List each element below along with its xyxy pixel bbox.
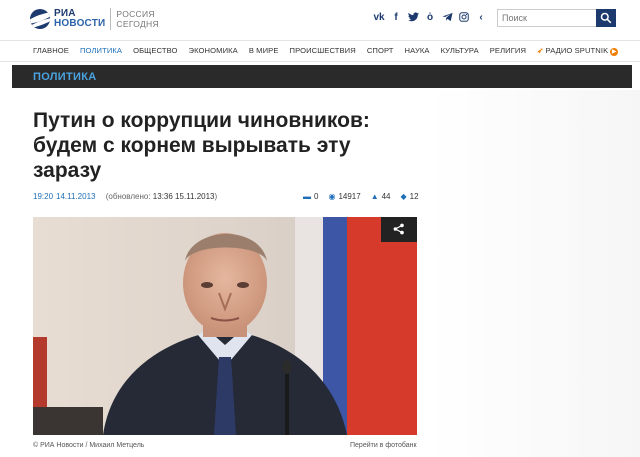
globe-icon: [30, 9, 50, 29]
speech-bubble-icon: ◆: [400, 192, 407, 201]
nav-item-kultura[interactable]: Культура: [441, 46, 479, 56]
logo-sub1: РОССИЯ: [116, 9, 155, 19]
shares-stat[interactable]: ◆ 12: [401, 192, 419, 201]
right-column: [430, 90, 640, 457]
site-header: РИА НОВОСТИ РОССИЯ СЕГОДНЯ vk f ȯ ‹: [0, 0, 640, 40]
portrait-image: [33, 217, 417, 435]
nav-item-religiya[interactable]: Религия: [490, 46, 526, 56]
logo-divider: [110, 8, 112, 30]
publish-time[interactable]: 19:20: [33, 192, 53, 201]
photo-caption: © РИА Новости / Михаил Метцель: [33, 442, 145, 449]
sputnik-label: Радио Sputnik: [545, 46, 609, 55]
article-meta: 19:20 14.11.2013 (обновлено: 13:36 15.11.…: [33, 192, 217, 201]
views-stat: ◉ 14917: [328, 192, 360, 201]
facebook-icon[interactable]: f: [390, 12, 402, 24]
likes-count: 44: [381, 192, 391, 201]
collapse-icon[interactable]: ‹: [475, 12, 487, 24]
nav-item-sport[interactable]: Спорт: [367, 46, 394, 56]
article-stats: ▬ 0 ◉ 14917 ▲ 44 ◆ 12: [303, 192, 419, 201]
comments-stat[interactable]: ▬ 0: [303, 192, 318, 201]
publish-date[interactable]: 14.11.2013: [56, 192, 95, 201]
ria-logo[interactable]: РИА НОВОСТИ РОССИЯ СЕГОДНЯ: [30, 8, 159, 30]
instagram-icon[interactable]: [458, 12, 470, 24]
odnoklassniki-icon[interactable]: ȯ: [424, 12, 436, 24]
eye-icon: ◉: [328, 192, 336, 201]
nav-item-proisshestviya[interactable]: Происшествия: [290, 46, 356, 56]
section-band: ПОЛИТИКА: [12, 65, 632, 88]
search-button[interactable]: [596, 9, 616, 27]
views-count: 14917: [338, 192, 361, 201]
nav-item-obshchestvo[interactable]: Общество: [133, 46, 177, 56]
telegram-icon[interactable]: [441, 12, 453, 24]
section-label[interactable]: ПОЛИТИКА: [33, 71, 97, 83]
updated-prefix: (обновлено:: [105, 192, 151, 201]
nav-item-ekonomika[interactable]: Экономика: [189, 46, 238, 56]
comment-icon: ▬: [303, 192, 311, 201]
updated-value: 13:36 15.11.2013: [152, 192, 215, 201]
shares-count: 12: [409, 192, 419, 201]
thumbs-up-icon: ▲: [370, 192, 379, 201]
nav-item-nauka[interactable]: Наука: [405, 46, 430, 56]
main-nav: Главное Политика Общество Экономика В ми…: [0, 40, 640, 62]
photobank-link[interactable]: Перейти в фотобанк: [350, 442, 417, 449]
logo-sub2: СЕГОДНЯ: [116, 19, 159, 29]
comments-count: 0: [314, 192, 319, 201]
nav-item-glavnoe[interactable]: Главное: [33, 46, 69, 56]
updated-info: (обновлено: 13:36 15.11.2013): [106, 192, 217, 201]
nav-item-politika[interactable]: Политика: [80, 46, 122, 56]
updated-suffix: ): [214, 192, 218, 201]
social-links: vk f ȯ ‹: [373, 12, 487, 24]
play-icon: ▶: [610, 48, 619, 56]
vk-icon[interactable]: vk: [373, 12, 385, 24]
likes-stat[interactable]: ▲ 44: [371, 192, 391, 201]
sputnik-icon: ➶: [537, 46, 544, 55]
search-icon: [600, 12, 612, 24]
logo-line2: НОВОСТИ: [54, 18, 106, 29]
twitter-icon[interactable]: [407, 12, 419, 24]
share-icon: [393, 223, 404, 235]
article-title: Путин о коррупции чиновников: будем с ко…: [33, 109, 370, 182]
nav-item-radio-sputnik[interactable]: ➶ Радио Sputnik ▶: [537, 46, 619, 56]
share-button[interactable]: [381, 217, 417, 242]
article-photo[interactable]: [33, 217, 417, 435]
nav-item-v-mire[interactable]: В мире: [249, 46, 279, 56]
